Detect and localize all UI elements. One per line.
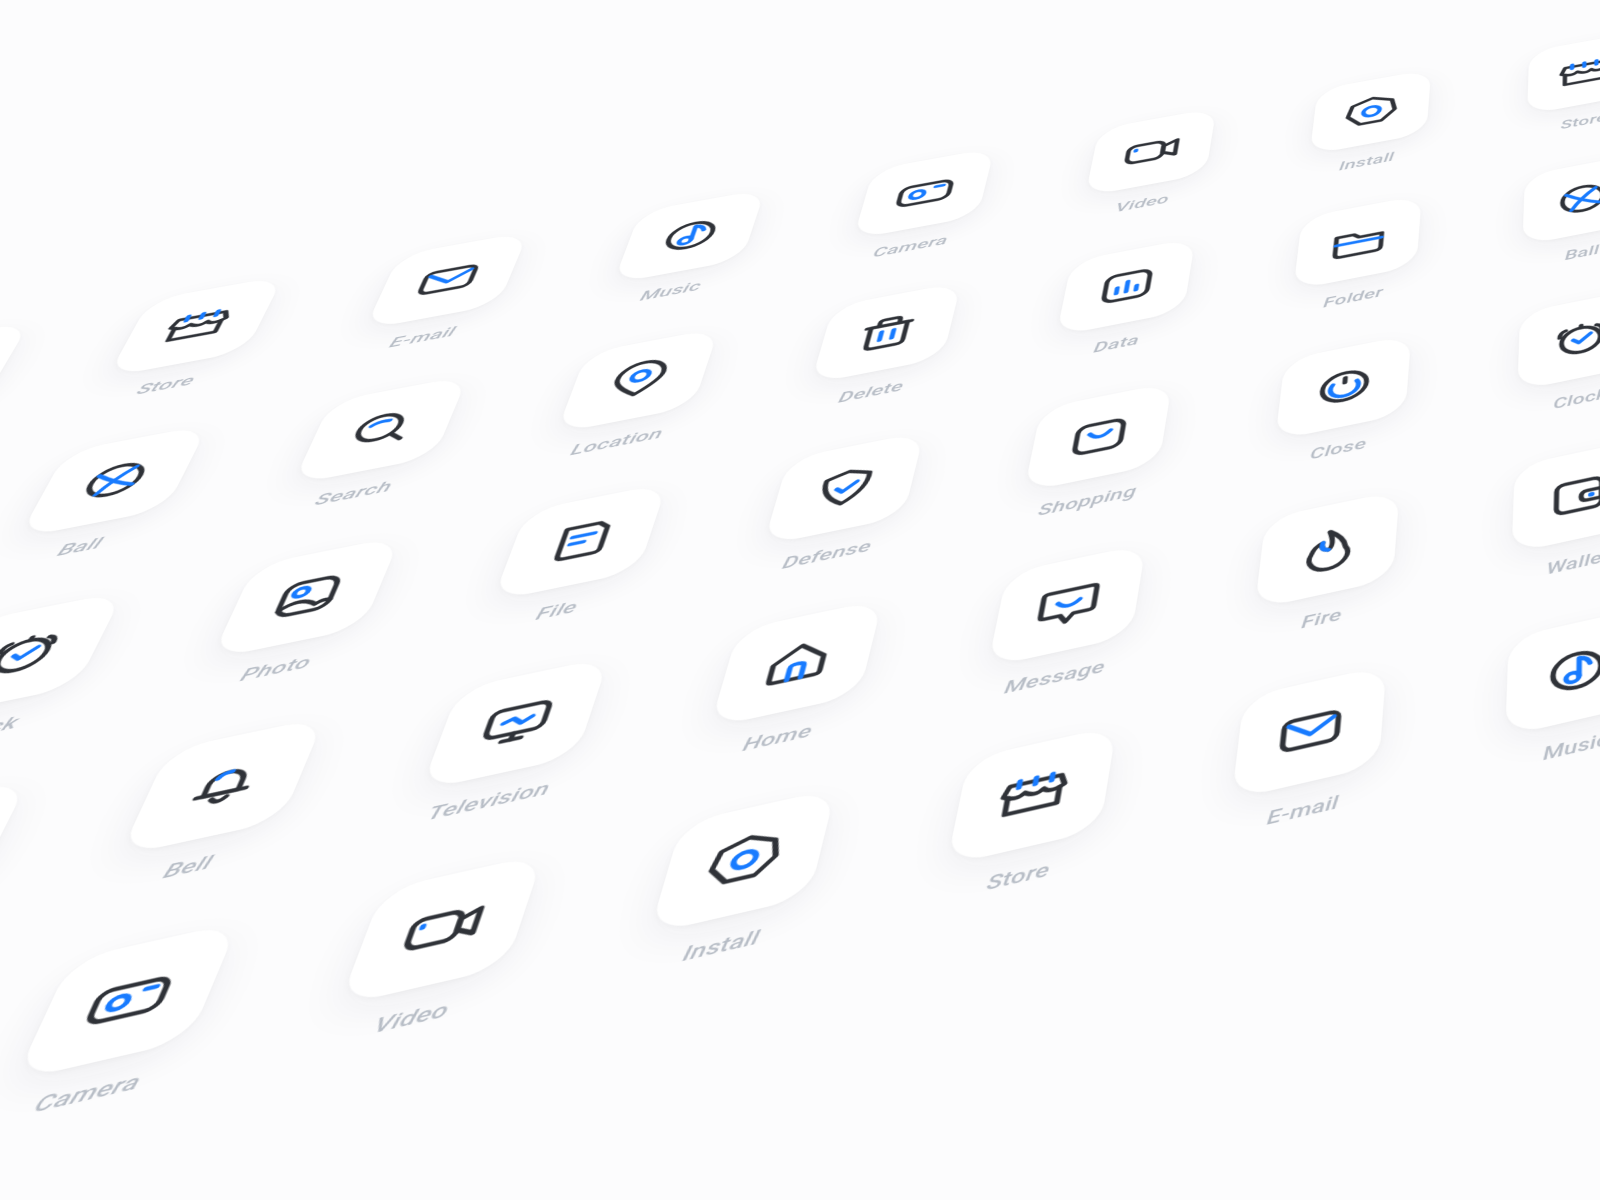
icon-label: Data [1092, 332, 1140, 356]
music-icon [1505, 607, 1600, 736]
icon-label: Photo [237, 653, 314, 686]
icon-tile-message[interactable]: Message [915, 531, 1206, 717]
icon-label: Camera [871, 233, 949, 261]
defense-icon [763, 432, 924, 546]
icon-label: Video [1114, 192, 1169, 215]
install-icon [0, 321, 31, 426]
search-icon [292, 375, 468, 484]
camera-icon [853, 148, 995, 239]
icon-tile-camera[interactable]: Camera [789, 138, 1047, 276]
icon-tile-wallet[interactable]: Wallet [1451, 427, 1600, 600]
shopping-icon [1024, 382, 1172, 492]
photo-icon [211, 536, 401, 659]
video-icon [1085, 108, 1216, 197]
icon-label: Close [1309, 435, 1367, 463]
close-icon [1275, 335, 1411, 441]
icon-label: Store [133, 372, 198, 398]
icon-tile-television[interactable]: Television [336, 643, 675, 845]
camera-icon [15, 922, 239, 1081]
icon-label: Music [1543, 730, 1600, 765]
icon-tile-bell[interactable]: Bell [27, 703, 392, 913]
email-icon [365, 232, 529, 330]
icon-tile-defense[interactable]: Defense [690, 420, 983, 592]
icon-tile-file[interactable]: File [414, 471, 728, 649]
icon-tile-store[interactable]: Store [29, 265, 342, 418]
icon-label: File [533, 598, 580, 625]
icon-label: Ball [1565, 243, 1600, 264]
icon-tile-store[interactable]: Store [1476, 23, 1600, 148]
ball-icon [1522, 153, 1600, 245]
icon-tile-video[interactable]: Video [1026, 99, 1267, 232]
icon-label: Home [740, 721, 814, 756]
store-icon [107, 276, 284, 377]
store-icon [946, 726, 1116, 866]
icon-tile-shopping[interactable]: Shopping [956, 371, 1228, 537]
icon-label: E-mail [387, 324, 458, 351]
icon-tile-data[interactable]: Data [993, 228, 1249, 376]
music-icon [613, 189, 766, 284]
icon-tile-email[interactable]: E-mail [291, 222, 584, 370]
icon-label: Install [1338, 150, 1394, 173]
message-icon [987, 544, 1146, 667]
icon-tile-install[interactable]: Install [564, 773, 902, 993]
icon-label: Location [568, 425, 665, 459]
icon-label: Store [1560, 111, 1600, 132]
icon-label: Fire [1301, 606, 1343, 633]
icon-tile-email[interactable]: E-mail [1160, 652, 1447, 855]
bell-icon [119, 717, 325, 856]
icon-label: Clock [0, 713, 22, 747]
icon-tile-store[interactable]: Store [869, 711, 1181, 922]
icon-label: Clock [1553, 386, 1600, 413]
icon-tile-delete[interactable]: Delete [743, 272, 1017, 425]
fire-icon [1255, 490, 1400, 609]
location-icon [556, 328, 719, 433]
store-icon [1527, 32, 1600, 115]
icon-label: Television [424, 778, 552, 825]
wallet-icon [1512, 439, 1600, 554]
icon-tile-fire[interactable]: Fire [1188, 478, 1457, 657]
icon-label: Defense [780, 537, 873, 573]
icon-label: Wallet [1546, 547, 1600, 579]
icon-label: Ball [54, 535, 106, 561]
email-icon [1232, 665, 1387, 799]
icon-tile-clock[interactable]: Clock [1460, 278, 1600, 432]
data-icon [1056, 238, 1195, 336]
icon-tile-home[interactable]: Home [631, 586, 945, 780]
icon-tile-music[interactable]: Music [1440, 594, 1600, 789]
ball-icon [19, 425, 209, 538]
icon-label: Folder [1323, 285, 1384, 311]
install-icon [649, 788, 836, 934]
icon-tile-video[interactable]: Video [246, 838, 613, 1068]
icon-tile-ball[interactable]: Ball [1468, 144, 1600, 283]
icon-label: Shopping [1037, 483, 1138, 520]
icon-label: Install [680, 926, 762, 966]
icon-tile-photo[interactable]: Photo [126, 523, 464, 708]
delete-icon [811, 282, 962, 384]
icon-label: E-mail [1266, 792, 1340, 829]
home-icon [710, 599, 883, 727]
television-icon [421, 657, 610, 791]
icon-label: Bell [159, 852, 215, 884]
icon-label: Search [312, 478, 395, 510]
icon-label: Camera [30, 1070, 145, 1119]
install-icon [1310, 69, 1432, 155]
folder-icon [1293, 195, 1422, 290]
icon-label: Video [370, 998, 452, 1039]
icon-tile-location[interactable]: Location [483, 317, 776, 476]
wallet-icon [0, 779, 29, 924]
icon-label: Music [638, 279, 703, 305]
icon-tile-music[interactable]: Music [545, 179, 820, 322]
file-icon [492, 483, 667, 601]
clock-icon [0, 591, 124, 719]
video-icon [339, 854, 544, 1006]
icon-tile-folder[interactable]: Folder [1235, 185, 1474, 328]
icon-tile-install[interactable]: Install [1254, 60, 1480, 189]
icon-tile-close[interactable]: Close [1213, 324, 1466, 484]
clock-icon [1517, 288, 1600, 390]
icon-label: Store [985, 859, 1052, 895]
icon-label: Delete [837, 378, 906, 406]
icon-tile-search[interactable]: Search [214, 364, 528, 529]
icon-label: Message [1003, 657, 1107, 698]
